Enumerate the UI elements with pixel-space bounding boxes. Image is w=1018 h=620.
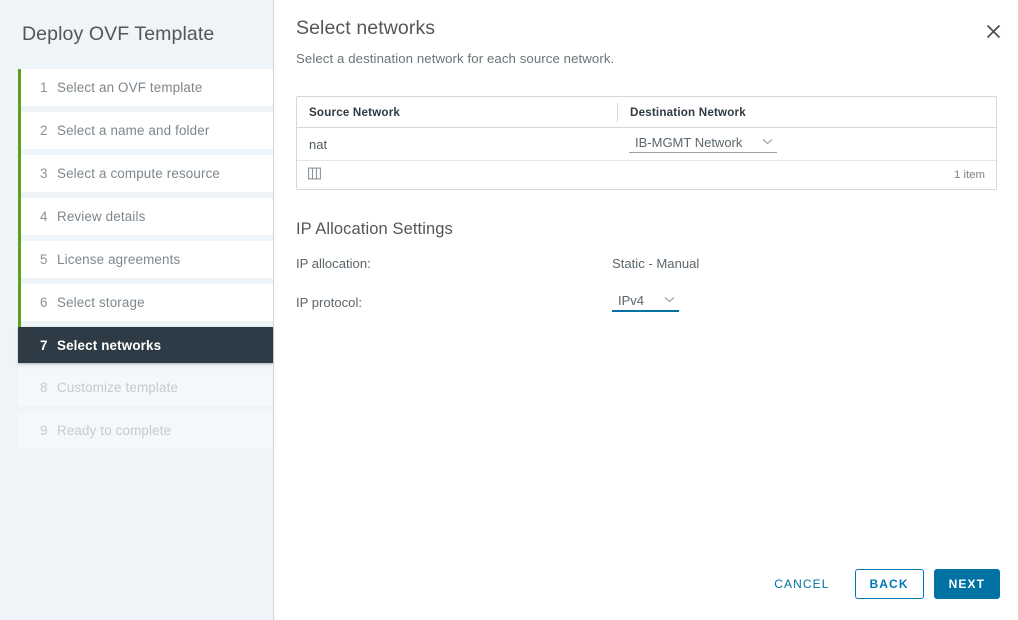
wizard-step-list: 1Select an OVF template 2Select a name an… [0,69,273,449]
wizard-main-panel: Select networks Select a destination net… [274,0,1018,620]
page-subtitle: Select a destination network for each so… [296,51,998,66]
deploy-ovf-template-wizard: Deploy OVF Template 1Select an OVF templ… [0,0,1018,620]
cell-destination-network: IB-MGMT Network [617,135,996,153]
cancel-button[interactable]: CANCEL [759,569,844,599]
sidebar-step-label: License agreements [57,252,180,267]
sidebar-step-label: Select networks [57,338,161,353]
sidebar-step-9: 9Ready to complete [18,412,273,449]
sidebar-step-2[interactable]: 2Select a name and folder [18,112,273,149]
table-header-row: Source Network Destination Network [297,97,996,128]
wizard-title: Deploy OVF Template [0,0,273,47]
sidebar-step-number: 3 [40,166,57,181]
column-header-destination-network[interactable]: Destination Network [617,103,996,122]
sidebar-step-number: 4 [40,209,57,224]
ip-protocol-row: IP protocol: IPv4 [296,293,997,312]
ip-allocation-label: IP allocation: [296,256,612,271]
table-footer: 1 item [297,161,996,189]
sidebar-step-label: Ready to complete [57,423,171,438]
sidebar-step-7[interactable]: 7Select networks [18,327,273,363]
sidebar-step-number: 1 [40,80,57,95]
sidebar-step-number: 7 [40,338,57,353]
sidebar-step-number: 5 [40,252,57,267]
sidebar-step-label: Customize template [57,380,178,395]
wizard-footer: CANCEL BACK NEXT [274,548,1018,620]
sidebar-step-8: 8Customize template [18,369,273,406]
sidebar-step-1[interactable]: 1Select an OVF template [18,69,273,106]
item-count: 1 item [954,169,985,181]
sidebar-step-label: Review details [57,209,145,224]
chevron-down-icon [664,296,675,306]
column-header-source-network[interactable]: Source Network [297,106,617,119]
ip-allocation-value: Static - Manual [612,256,699,271]
ip-protocol-value: IPv4 [618,293,644,308]
table-row: nat IB-MGMT Network [297,128,996,161]
progress-rail [18,69,21,327]
destination-network-select[interactable]: IB-MGMT Network [629,135,777,153]
sidebar-step-6[interactable]: 6Select storage [18,284,273,321]
sidebar-step-number: 6 [40,295,57,310]
next-button[interactable]: NEXT [934,569,1000,599]
ip-protocol-select[interactable]: IPv4 [612,293,679,312]
sidebar-step-label: Select storage [57,295,145,310]
ip-protocol-label: IP protocol: [296,295,612,310]
sidebar-step-5[interactable]: 5License agreements [18,241,273,278]
wizard-sidebar: Deploy OVF Template 1Select an OVF templ… [0,0,274,620]
page-title: Select networks [296,0,998,41]
sidebar-step-3[interactable]: 3Select a compute resource [18,155,273,192]
close-icon[interactable] [980,18,1006,44]
ip-protocol-value-wrap: IPv4 [612,293,679,312]
sidebar-step-label: Select a compute resource [57,166,220,181]
destination-network-value: IB-MGMT Network [635,135,742,150]
networks-table: Source Network Destination Network nat I… [296,96,997,190]
ip-allocation-settings-section: IP Allocation Settings IP allocation: St… [296,220,997,312]
sidebar-step-4[interactable]: 4Review details [18,198,273,235]
columns-icon[interactable] [308,167,321,183]
sidebar-step-label: Select a name and folder [57,123,209,138]
ip-allocation-row: IP allocation: Static - Manual [296,256,997,271]
back-button[interactable]: BACK [855,569,924,599]
ip-allocation-heading: IP Allocation Settings [296,220,997,239]
sidebar-step-number: 2 [40,123,57,138]
sidebar-step-number: 8 [40,380,57,395]
sidebar-step-label: Select an OVF template [57,80,202,95]
sidebar-step-number: 9 [40,423,57,438]
cell-source-network: nat [297,137,617,152]
chevron-down-icon [762,138,773,148]
